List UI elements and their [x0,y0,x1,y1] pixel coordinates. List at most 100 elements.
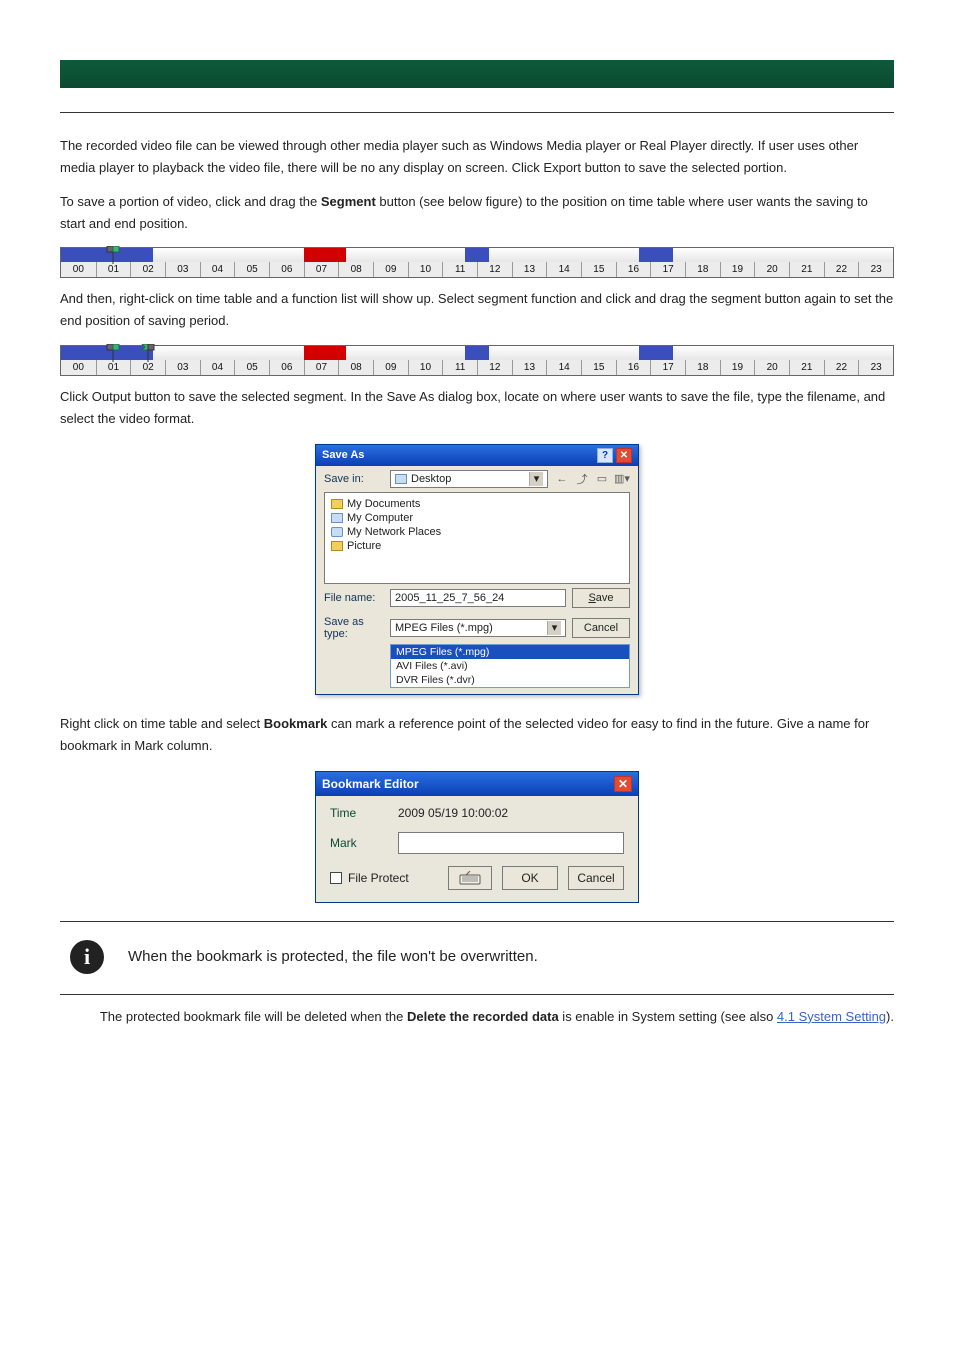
time-value: 2009 05/19 10:00:02 [398,806,508,820]
file-entry: Picture [347,540,381,552]
desktop-icon [395,474,407,484]
hour-label: 16 [616,360,651,375]
savetype-options[interactable]: MPEG Files (*.mpg) AVI Files (*.avi) DVR… [390,644,630,688]
savetype-dropdown[interactable]: MPEG Files (*.mpg) ▾ [390,619,566,637]
file-entry: My Documents [347,498,420,510]
recorded-segment [639,346,672,360]
paragraph-output: Click Output button to save the selected… [60,386,894,430]
hour-label: 14 [546,262,581,277]
file-entry: My Network Places [347,526,441,538]
segment-cursor-end[interactable] [140,344,158,362]
dialog-titlebar: Save As ? ✕ [316,445,638,466]
savetype-label: Save as type: [324,616,384,640]
hour-label: 06 [269,262,304,277]
paragraph-protected-delete: The protected bookmark file will be dele… [60,1009,894,1024]
hour-label: 05 [234,360,269,375]
filename-input[interactable]: 2005_11_25_7_56_24 [390,589,566,607]
hour-label: 12 [477,262,512,277]
hour-label: 10 [408,262,443,277]
paragraph-bookmark: Right click on time table and select Boo… [60,713,894,757]
file-list[interactable]: My Documents My Computer My Network Plac… [324,492,630,584]
option-item[interactable]: AVI Files (*.avi) [391,659,629,673]
p6b: Delete the recorded data [407,1009,559,1024]
hour-label: 18 [685,262,720,277]
hour-label: 23 [858,360,893,375]
p2b: Segment [321,194,376,209]
hour-label: 13 [512,262,547,277]
hour-label: 15 [581,360,616,375]
savein-label: Save in: [324,473,384,485]
hour-label: 05 [234,262,269,277]
segment-cursor[interactable] [105,344,123,362]
hour-label: 22 [824,360,859,375]
option-item[interactable]: MPEG Files (*.mpg) [391,645,629,659]
hour-label: 20 [754,360,789,375]
save-button[interactable]: Save [572,588,630,608]
help-icon[interactable]: ? [597,448,613,463]
recorded-segment [639,248,672,262]
hour-label: 22 [824,262,859,277]
chevron-down-icon: ▾ [547,621,561,635]
hour-label: 11 [442,262,477,277]
cancel-button[interactable]: Cancel [572,618,630,638]
close-icon[interactable]: ✕ [614,776,632,792]
viewmenu-icon[interactable]: ▥▾ [614,471,630,487]
file-protect-label: File Protect [348,871,409,885]
hour-label: 00 [61,360,96,375]
recorded-segment [465,248,490,262]
hour-label: 11 [442,360,477,375]
close-icon[interactable]: ✕ [616,448,632,463]
filename-label: File name: [324,592,384,604]
p6c: is enable in System setting (see also [559,1009,777,1024]
hour-label: 08 [338,262,373,277]
paragraph-intro: The recorded video file can be viewed th… [60,135,894,179]
cancel-button[interactable]: Cancel [568,866,624,890]
mark-input[interactable] [398,832,624,854]
dialog-title: Bookmark Editor [322,777,419,791]
p2a: To save a portion of video, click and dr… [60,194,321,209]
option-item[interactable]: DVR Files (*.dvr) [391,673,629,687]
info-icon: i [70,940,104,974]
nav-icons: ← ⤴ ▭ ▥▾ [554,471,630,487]
folder-icon [331,499,343,509]
p6e: ). [886,1009,894,1024]
hour-label: 12 [477,360,512,375]
hour-label: 21 [789,360,824,375]
hour-label: 19 [720,360,755,375]
hour-label: 21 [789,262,824,277]
hour-label: 03 [165,360,200,375]
hour-label: 16 [616,262,651,277]
hour-label: 06 [269,360,304,375]
back-icon[interactable]: ← [554,471,570,487]
header-band [60,60,894,88]
hour-label: 17 [650,262,685,277]
file-protect-checkbox[interactable]: File Protect [330,871,409,885]
time-label: Time [330,806,380,820]
hour-label: 02 [130,262,165,277]
recorded-segment [465,346,490,360]
mark-label: Mark [330,836,380,850]
dialog-titlebar: Bookmark Editor ✕ [316,772,638,796]
up-icon[interactable]: ⤴ [574,471,590,487]
keyboard-button[interactable] [448,866,492,890]
info-note-text: When the bookmark is protected, the file… [128,948,538,965]
hour-label: 18 [685,360,720,375]
savein-value: Desktop [411,473,451,485]
hour-label: 14 [546,360,581,375]
red-segment [304,346,346,360]
hour-label: 07 [304,360,339,375]
savein-dropdown[interactable]: Desktop ▾ [390,470,548,488]
dialog-title: Save As [322,449,364,461]
ok-button[interactable]: OK [502,866,558,890]
segment-cursor[interactable] [105,246,123,264]
p6a: The protected bookmark file will be dele… [100,1009,407,1024]
save-as-dialog: Save As ? ✕ Save in: Desktop ▾ ← ⤴ ▭ ▥▾ … [315,444,639,695]
system-setting-link[interactable]: 4.1 System Setting [777,1009,886,1024]
hour-label: 19 [720,262,755,277]
hour-label: 23 [858,262,893,277]
hour-label: 09 [373,360,408,375]
newfolder-icon[interactable]: ▭ [594,471,610,487]
hour-label: 01 [96,262,131,277]
hour-label: 03 [165,262,200,277]
hour-label: 20 [754,262,789,277]
